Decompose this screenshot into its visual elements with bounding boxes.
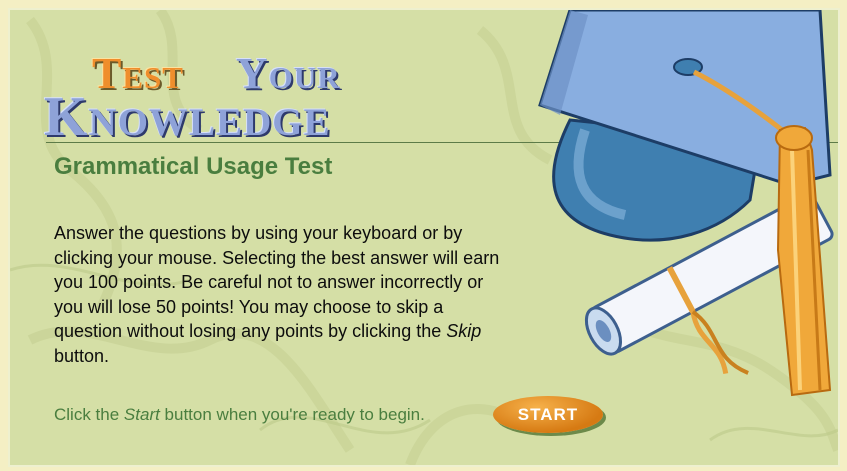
instructions-skip-word: Skip [446,321,482,341]
graduation-cap-diploma-icon [538,10,834,397]
ready-prompt-before: Click the [54,405,124,424]
ready-prompt-start-word: Start [123,405,160,424]
quiz-subtitle: Grammatical Usage Test [54,153,333,180]
instructions-text: Answer the questions by using your keybo… [54,221,514,368]
ready-prompt-after: button when you're ready to begin. [159,405,425,424]
quiz-intro-panel: Test Your Knowledge Grammatical Usage Te… [8,8,840,467]
instructions-part1: Answer the questions by using your keybo… [54,223,500,341]
instructions-part2: button. [54,345,110,366]
ready-prompt: Click the Start button when you're ready… [54,405,425,425]
title-word-knowledge: Knowledge [44,86,331,148]
